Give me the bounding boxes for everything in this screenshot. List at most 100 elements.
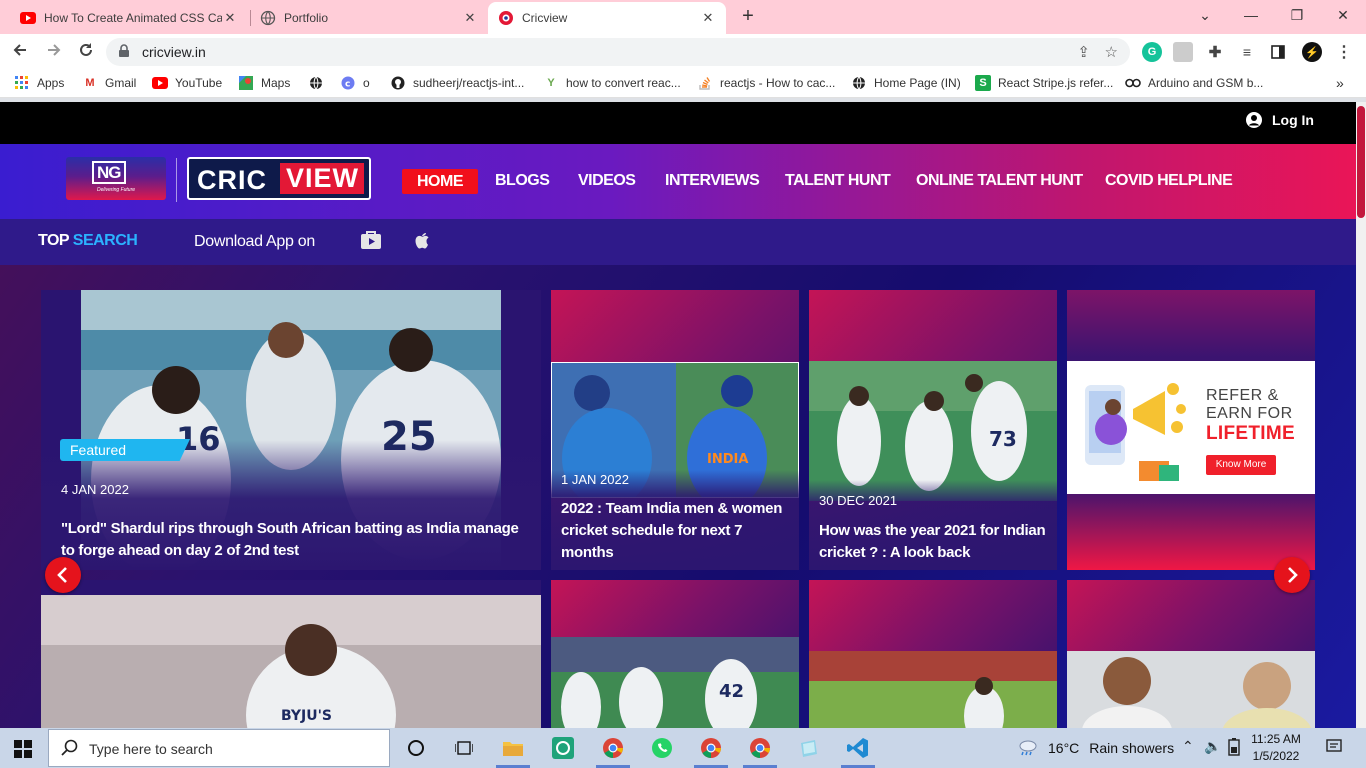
puzzle-icon[interactable]: ✚ xyxy=(1205,42,1225,62)
system-clock[interactable]: 11:25 AM 1/5/2022 xyxy=(1248,731,1304,765)
cortana-icon[interactable] xyxy=(404,736,428,760)
svg-text:73: 73 xyxy=(989,427,1017,451)
maps-icon xyxy=(238,75,254,91)
bookmarks-bar: Apps M Gmail YouTube Maps c o sudheerj/r… xyxy=(0,70,1366,98)
address-bar[interactable]: cricview.in ⇪ ☆ xyxy=(106,38,1130,66)
svg-text:c: c xyxy=(345,80,350,90)
whatsapp-icon[interactable] xyxy=(650,736,674,760)
scrollbar-thumb[interactable] xyxy=(1357,106,1365,218)
chrome-icon[interactable] xyxy=(601,736,625,760)
cricview-logo[interactable]: CRIC VIEW xyxy=(187,157,371,200)
know-more-button[interactable]: Know More xyxy=(1206,455,1276,475)
extension-icon[interactable] xyxy=(1173,42,1193,62)
app-tile-icon[interactable] xyxy=(551,736,575,760)
article-card[interactable]: 73 30 DEC 2021 How was the year 2021 for… xyxy=(809,290,1057,570)
new-tab-button[interactable]: + xyxy=(736,4,760,28)
bookmark-stackoverflow[interactable]: reactjs - How to cac... xyxy=(697,75,835,91)
article-card[interactable]: INDIA 1 JAN 2022 2022 : Team India men &… xyxy=(551,290,799,570)
bookmark-globe[interactable] xyxy=(308,75,331,91)
youtube-icon xyxy=(20,10,36,26)
file-explorer-icon[interactable] xyxy=(501,736,525,760)
play-store-icon[interactable] xyxy=(360,229,382,251)
restore-button[interactable]: ❐ xyxy=(1274,0,1320,30)
nav-talent-hunt[interactable]: TALENT HUNT xyxy=(785,172,891,190)
minimize-button[interactable]: — xyxy=(1228,0,1274,30)
nav-blogs[interactable]: BLOGS xyxy=(495,172,550,190)
bookmark-stripe[interactable]: S React Stripe.js refer... xyxy=(975,75,1113,91)
svg-text:INDIA: INDIA xyxy=(707,452,748,467)
back-button[interactable] xyxy=(8,40,32,64)
share-icon[interactable]: ⇪ xyxy=(1077,43,1090,61)
nav-covid-helpline[interactable]: COVID HELPLINE xyxy=(1105,172,1233,190)
nav-interviews[interactable]: INTERVIEWS xyxy=(665,172,760,190)
vscode-icon[interactable] xyxy=(846,736,870,760)
reload-button[interactable] xyxy=(74,40,98,64)
nav-home[interactable]: HOME xyxy=(402,169,478,194)
article-card[interactable]: 42 xyxy=(551,580,799,728)
close-icon[interactable]: ✕ xyxy=(462,10,478,26)
battery-icon[interactable] xyxy=(1228,738,1240,759)
forward-button[interactable] xyxy=(42,40,66,64)
bookmark-label: Gmail xyxy=(105,76,137,90)
chrome-profile-2-icon[interactable] xyxy=(748,736,772,760)
grammarly-icon[interactable]: G xyxy=(1142,42,1162,62)
featured-article-card[interactable]: 25 16 4 JAN 2022 "Lord" Shardul rips thr… xyxy=(41,290,541,570)
notifications-icon[interactable] xyxy=(1326,738,1342,757)
top-search-link[interactable]: TOP SEARCH xyxy=(38,232,138,250)
bookmark-github[interactable]: sudheerj/reactjs-int... xyxy=(390,75,524,91)
svg-text:BYJU'S: BYJU'S xyxy=(281,708,332,724)
tab-portfolio[interactable]: Portfolio ✕ xyxy=(250,2,488,34)
bookmark-youtube[interactable]: YouTube xyxy=(152,75,222,91)
rain-cloud-icon xyxy=(1019,740,1037,756)
close-window-button[interactable]: ✕ xyxy=(1320,0,1366,30)
tab-search-icon[interactable]: ⌄ xyxy=(1182,0,1228,30)
article-title[interactable]: How was the year 2021 for Indian cricket… xyxy=(819,520,1051,564)
bookmark-convert[interactable]: Y how to convert reac... xyxy=(543,75,680,91)
side-panel-icon[interactable] xyxy=(1268,42,1288,62)
media-control-icon[interactable]: ≡ xyxy=(1237,42,1257,62)
bookmark-star-icon[interactable]: ☆ xyxy=(1105,43,1118,61)
close-icon[interactable]: ✕ xyxy=(222,10,238,26)
chevron-up-icon[interactable]: ⌃ xyxy=(1182,738,1194,755)
arrow-left-icon xyxy=(13,44,26,56)
tab-strip: How To Create Animated CSS Ca ✕ Portfoli… xyxy=(0,0,1366,34)
article-card[interactable] xyxy=(809,580,1057,728)
bookmark-o[interactable]: c o xyxy=(340,75,370,91)
weather-widget[interactable]: 16°C Rain showers xyxy=(1016,739,1174,757)
tab-youtube[interactable]: How To Create Animated CSS Ca ✕ xyxy=(10,2,248,34)
article-title[interactable]: 2022 : Team India men & women cricket sc… xyxy=(561,498,793,564)
bookmark-maps[interactable]: Maps xyxy=(238,75,290,91)
carousel-prev-button[interactable] xyxy=(45,557,81,593)
tab-cricview[interactable]: Cricview ✕ xyxy=(488,2,726,34)
bookmark-arduino[interactable]: Arduino and GSM b... xyxy=(1125,75,1263,91)
bookmark-apps[interactable]: Apps xyxy=(14,75,64,91)
task-view-icon[interactable] xyxy=(452,736,476,760)
ng-logo[interactable]: NG Delivering Future xyxy=(66,157,166,200)
taskbar-search-box[interactable]: Type here to search xyxy=(48,729,390,767)
refer-earn-ad-card[interactable]: REFER & EARN FOR LIFETIME Know More xyxy=(1067,290,1315,570)
nav-videos[interactable]: VIDEOS xyxy=(578,172,636,190)
login-link[interactable]: Log In xyxy=(1246,112,1314,128)
menu-icon[interactable]: ⋮ xyxy=(1334,42,1354,62)
bookmark-label: sudheerj/reactjs-int... xyxy=(413,76,525,90)
nav-online-talent-hunt[interactable]: ONLINE TALENT HUNT xyxy=(916,172,1083,190)
notes-app-icon[interactable] xyxy=(797,736,821,760)
article-title[interactable]: "Lord" Shardul rips through South Africa… xyxy=(61,518,521,562)
bookmark-home-page[interactable]: Home Page (IN) xyxy=(851,75,961,91)
bookmarks-overflow-icon[interactable]: » xyxy=(1336,75,1344,91)
windows-start-icon[interactable] xyxy=(14,740,32,758)
apps-grid-icon xyxy=(14,75,30,91)
apple-icon[interactable] xyxy=(411,229,433,251)
featured-badge: Featured xyxy=(60,439,190,461)
volume-icon[interactable]: 🔈 xyxy=(1204,738,1221,755)
carousel-next-button[interactable] xyxy=(1274,557,1310,593)
chrome-profile-icon[interactable] xyxy=(699,736,723,760)
close-icon[interactable]: ✕ xyxy=(700,10,716,26)
article-card[interactable]: BYJU'S xyxy=(41,580,541,728)
article-card[interactable] xyxy=(1067,580,1315,728)
profile-avatar[interactable]: ⚡ xyxy=(1302,42,1322,62)
chevron-left-icon xyxy=(57,567,67,583)
page-scrollbar[interactable] xyxy=(1356,102,1366,728)
login-label: Log In xyxy=(1272,112,1314,128)
bookmark-gmail[interactable]: M Gmail xyxy=(82,75,136,91)
